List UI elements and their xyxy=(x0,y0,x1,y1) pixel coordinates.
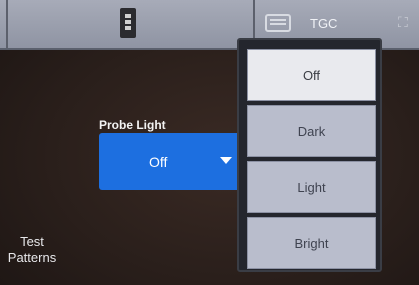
probe-light-option-dark[interactable]: Dark xyxy=(247,105,376,157)
test-patterns-button[interactable]: Test Patterns xyxy=(2,234,62,266)
toolbar-divider xyxy=(6,0,8,48)
probe-light-selected-value: Off xyxy=(149,154,168,170)
expand-icon[interactable]: ⛶ xyxy=(398,14,408,31)
keyboard-icon[interactable] xyxy=(265,14,291,32)
test-patterns-line1: Test xyxy=(20,234,44,249)
tgc-button[interactable]: TGC xyxy=(310,16,337,31)
probe-light-option-light[interactable]: Light xyxy=(247,161,376,213)
probe-light-label: Probe Light xyxy=(99,118,166,132)
probe-icon[interactable] xyxy=(120,8,136,38)
probe-light-option-bright[interactable]: Bright xyxy=(247,217,376,269)
probe-light-select[interactable]: Off xyxy=(99,133,245,190)
ultrasound-screen: TGC ⛶ Probe Light Off Test Patterns Off … xyxy=(0,0,419,285)
probe-light-option-off[interactable]: Off xyxy=(247,49,376,101)
test-patterns-line2: Patterns xyxy=(7,250,57,265)
probe-light-dropdown: Off Dark Light Bright xyxy=(237,38,382,272)
chevron-down-icon xyxy=(220,157,232,164)
